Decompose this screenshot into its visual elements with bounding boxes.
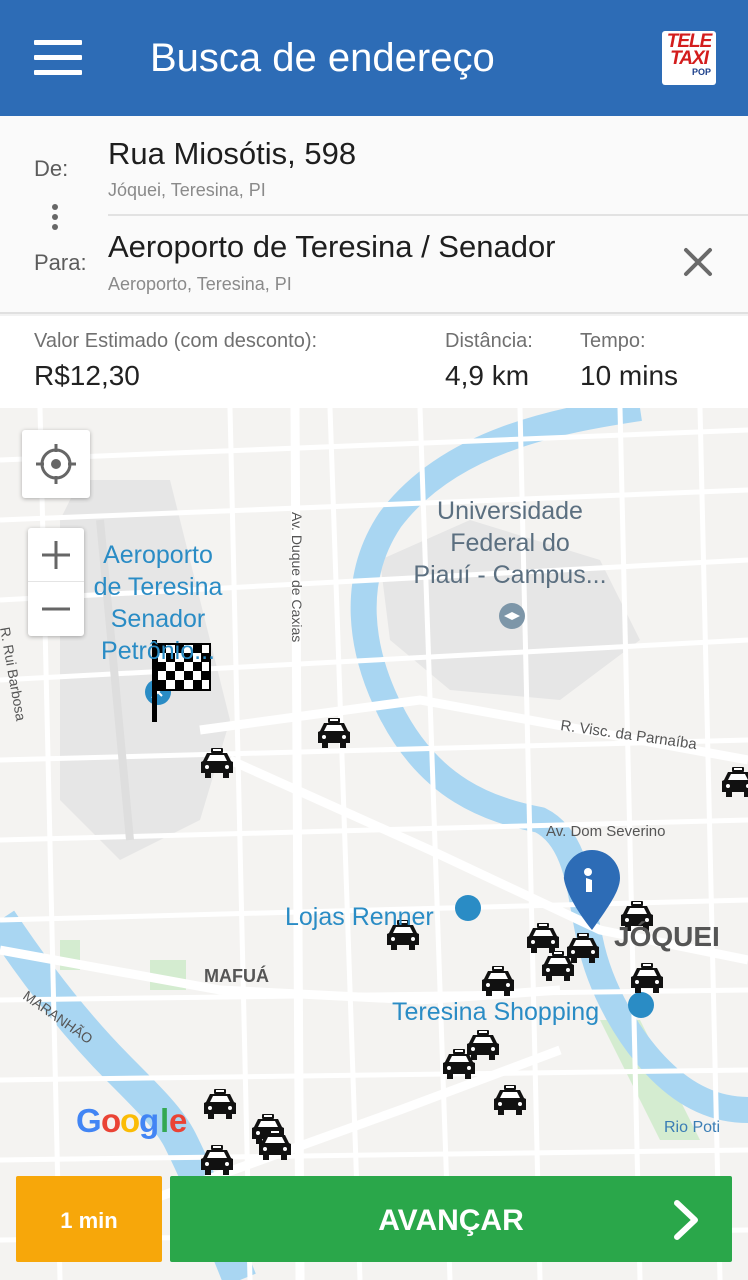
from-address[interactable]: Rua Miosótis, 598 <box>108 136 356 172</box>
close-icon[interactable] <box>678 242 718 282</box>
advance-button[interactable]: AVANÇAR <box>170 1176 732 1262</box>
svg-text:Federal do: Federal do <box>450 529 570 557</box>
app-bar: Busca de endereço TELE TAXI POP <box>0 0 748 116</box>
to-address-detail: Aeroporto, Teresina, PI <box>108 274 292 294</box>
street-label: Av. Duque de Caxias <box>289 512 305 642</box>
route-dots-icon <box>52 204 58 234</box>
svg-text:o: o <box>101 1102 121 1139</box>
minus-icon <box>42 607 70 611</box>
district-label: JÓQUEI <box>614 921 720 952</box>
svg-text:G: G <box>76 1102 102 1139</box>
zoom-out-button[interactable] <box>28 582 84 636</box>
svg-text:Petrônio...: Petrônio... <box>101 637 215 665</box>
google-logo: G o o g l e <box>76 1102 187 1139</box>
university-label: Universidade <box>437 497 583 525</box>
distance-label: Distância: <box>445 330 533 352</box>
airport-label: Aeroporto <box>103 541 213 569</box>
mall-label: Teresina Shopping <box>392 998 599 1026</box>
zoom-in-button[interactable] <box>28 528 84 582</box>
zoom-controls <box>28 528 84 636</box>
route-card: De: Para: Rua Miosótis, 598 Jóquei, Tere… <box>0 116 748 314</box>
svg-text:e: e <box>169 1102 187 1139</box>
advance-label: AVANÇAR <box>378 1204 524 1237</box>
svg-text:o: o <box>120 1102 140 1139</box>
distance-value: 4,9 km <box>445 360 530 391</box>
svg-text:de Teresina: de Teresina <box>94 573 223 601</box>
my-location-button[interactable] <box>22 430 90 498</box>
time-value: 10 mins <box>580 360 679 391</box>
river-label: Rio Poti <box>664 1119 720 1136</box>
estimate-bar: Valor Estimado (com desconto): R$12,30 D… <box>0 316 748 408</box>
eta-label: 1 min <box>60 1208 118 1233</box>
to-address[interactable]: Aeroporto de Teresina / Senador <box>108 229 556 265</box>
plus-icon <box>42 541 70 569</box>
svg-text:g: g <box>139 1102 159 1139</box>
teletaxi-logo: TELE TAXI POP <box>662 31 716 85</box>
map-view[interactable]: Aeroporto de Teresina Senador Petrônio..… <box>0 408 748 1280</box>
svg-text:l: l <box>160 1102 169 1139</box>
shopping-bag-icon <box>455 895 481 921</box>
from-label: De: <box>34 156 69 181</box>
to-label: Para: <box>34 250 87 275</box>
street-label: Av. Dom Severino <box>546 823 666 840</box>
menu-icon[interactable] <box>34 40 82 76</box>
district-label: MAFUÁ <box>204 965 269 986</box>
from-address-detail: Jóquei, Teresina, PI <box>108 180 266 200</box>
page-title: Busca de endereço <box>150 36 495 80</box>
price-label: Valor Estimado (com desconto): <box>34 330 318 352</box>
eta-button[interactable]: 1 min <box>16 1176 162 1262</box>
chevron-right-icon <box>674 1200 698 1240</box>
svg-text:Piauí - Campus...: Piauí - Campus... <box>413 561 606 589</box>
store-label: Lojas Renner <box>285 903 434 931</box>
crosshair-icon <box>36 444 76 484</box>
time-label: Tempo: <box>580 330 646 352</box>
svg-text:Senador: Senador <box>111 605 206 633</box>
divider <box>108 214 748 216</box>
price-value: R$12,30 <box>34 360 140 391</box>
